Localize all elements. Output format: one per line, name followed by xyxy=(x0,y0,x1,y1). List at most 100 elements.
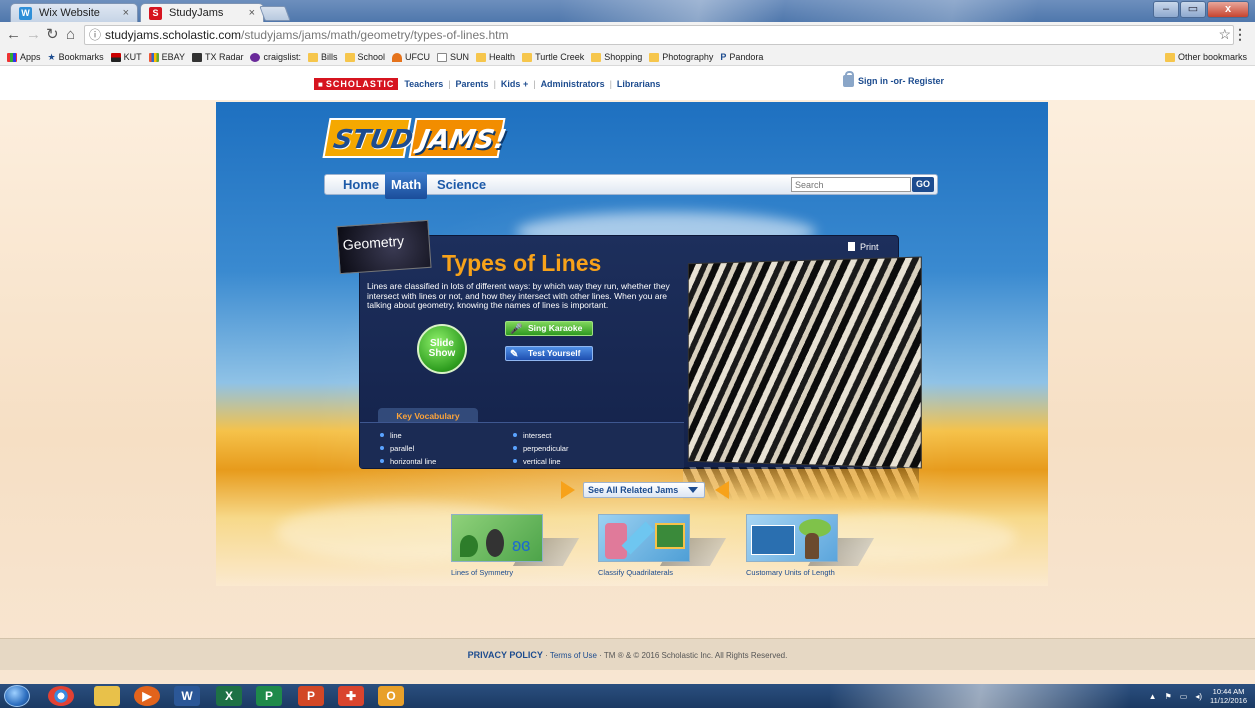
vocab-item-horizontal-line[interactable]: horizontal line xyxy=(380,457,436,466)
next-arrow-icon[interactable] xyxy=(561,481,575,499)
url-field[interactable]: ⓘ studyjams.scholastic.com/studyjams/jam… xyxy=(84,25,1234,45)
link-parents[interactable]: Parents xyxy=(456,79,489,89)
bookmark-other[interactable]: Other bookmarks xyxy=(1165,49,1247,65)
related-jam-lines-of-symmetry[interactable]: ʚɞ Lines of Symmetry xyxy=(451,514,571,577)
game-icon[interactable]: ✚ xyxy=(338,686,364,706)
clock-date: 11/12/2016 xyxy=(1210,696,1247,705)
pandora-icon: P xyxy=(720,52,726,62)
bookmark-star-icon[interactable]: ☆ xyxy=(1218,26,1231,43)
vocab-item-parallel[interactable]: parallel xyxy=(380,444,414,453)
link-kids[interactable]: Kids + xyxy=(501,79,528,89)
link-teachers[interactable]: Teachers xyxy=(404,79,443,89)
geometry-category-tile[interactable]: Geometry xyxy=(336,220,431,274)
excel-icon[interactable]: X xyxy=(216,686,242,706)
clock[interactable]: 10:44 AM 11/12/2016 xyxy=(1210,687,1247,705)
bookmark-bills[interactable]: Bills xyxy=(308,52,338,62)
info-icon[interactable]: ⓘ xyxy=(89,26,101,44)
bookmark-ufcu[interactable]: UFCU xyxy=(392,52,430,62)
sing-karaoke-button[interactable]: 🎤 Sing Karaoke xyxy=(505,321,593,336)
signin-link[interactable]: Sign in -or- Register xyxy=(843,75,944,87)
related-jam-label: Customary Units of Length xyxy=(746,568,866,577)
vocab-item-perpendicular[interactable]: perpendicular xyxy=(513,444,568,453)
bookmark-kut[interactable]: KUT xyxy=(111,52,142,62)
close-window-button[interactable]: x xyxy=(1207,1,1249,18)
word-icon[interactable]: W xyxy=(174,686,200,706)
bookmark-school[interactable]: School xyxy=(345,52,386,62)
back-arrow-icon[interactable]: ← xyxy=(6,26,21,44)
bookmark-bookmarks[interactable]: ★ Bookmarks xyxy=(48,52,104,63)
bookmark-tx-radar[interactable]: TX Radar xyxy=(192,52,244,62)
nav-home[interactable]: Home xyxy=(339,175,383,196)
bookmark-label: EBAY xyxy=(162,52,185,62)
close-tab-icon[interactable]: × xyxy=(123,4,129,23)
scholastic-logo[interactable]: ■ SCHOLASTIC xyxy=(314,78,398,90)
network-icon[interactable]: ▭ xyxy=(1180,692,1188,701)
tab-studyjams[interactable]: S StudyJams × xyxy=(140,3,264,22)
bookmark-craigslist[interactable]: craigslist: xyxy=(250,52,301,62)
flag-icon[interactable]: ⚑ xyxy=(1165,692,1172,701)
bookmark-label: Health xyxy=(489,52,515,62)
tray-expand-icon[interactable]: ▲ xyxy=(1149,692,1157,701)
privacy-policy-link[interactable]: PRIVACY POLICY xyxy=(468,650,543,660)
onenote-icon[interactable]: O xyxy=(378,686,404,706)
media-player-icon[interactable]: ▶ xyxy=(134,686,160,706)
home-icon[interactable]: ⌂ xyxy=(66,26,75,44)
browser-tab-bar: W Wix Website Editor × S StudyJams × – ▭… xyxy=(0,0,1255,22)
link-administrators[interactable]: Administrators xyxy=(541,79,605,89)
forward-arrow-icon[interactable]: → xyxy=(26,26,41,44)
menu-icon[interactable]: ⋮ xyxy=(1233,26,1247,43)
print-link[interactable]: Print xyxy=(848,242,879,252)
bookmark-ebay[interactable]: EBAY xyxy=(149,52,185,62)
tab-wix-website-editor[interactable]: W Wix Website Editor × xyxy=(10,3,138,22)
link-librarians[interactable]: Librarians xyxy=(617,79,661,89)
see-all-related-jams-button[interactable]: See All Related Jams xyxy=(583,482,705,498)
powerpoint-icon[interactable]: P xyxy=(298,686,324,706)
search-input[interactable] xyxy=(791,177,911,192)
nav-math[interactable]: Math xyxy=(385,172,427,199)
tab-bar-decoration xyxy=(560,0,1120,22)
bookmark-pandora[interactable]: P Pandora xyxy=(720,52,763,62)
bookmark-apps[interactable]: Apps xyxy=(7,52,41,62)
chart-card-icon xyxy=(751,525,795,555)
leaf-icon xyxy=(460,535,478,557)
vocab-item-line[interactable]: line xyxy=(380,431,402,440)
minimize-button[interactable]: – xyxy=(1153,1,1179,18)
apps-icon xyxy=(7,53,17,62)
publisher-icon[interactable]: P xyxy=(256,686,282,706)
terms-of-use-link[interactable]: Terms of Use xyxy=(550,651,597,660)
signin-label: Sign in -or- Register xyxy=(858,76,944,86)
bookmark-shopping[interactable]: Shopping xyxy=(591,52,642,62)
bookmark-health[interactable]: Health xyxy=(476,52,515,62)
close-tab-icon[interactable]: × xyxy=(249,4,255,23)
bookmark-label: craigslist: xyxy=(263,52,301,62)
maximize-button[interactable]: ▭ xyxy=(1180,1,1206,18)
bookmark-turtle-creek[interactable]: Turtle Creek xyxy=(522,52,584,62)
clock-time: 10:44 AM xyxy=(1210,687,1247,696)
logo-jams: JAMS! xyxy=(408,118,505,158)
start-button[interactable] xyxy=(4,685,30,707)
test-yourself-button[interactable]: ✎ Test Yourself xyxy=(505,346,593,361)
studyjams-logo[interactable]: STUDY JAMS! xyxy=(322,118,505,158)
go-button[interactable]: GO xyxy=(912,177,934,192)
file-explorer-icon[interactable] xyxy=(94,686,120,706)
slideshow-button[interactable]: Slide Show xyxy=(417,324,467,374)
bookmark-sun[interactable]: SUN xyxy=(437,52,469,62)
butterfly-icon: ʚɞ xyxy=(512,535,530,556)
nav-science[interactable]: Science xyxy=(433,175,490,196)
volume-icon[interactable]: ◂) xyxy=(1195,692,1202,701)
scholastic-icon: S xyxy=(149,7,162,20)
vocab-item-vertical-line[interactable]: vertical line xyxy=(513,457,561,466)
reload-icon[interactable]: ↻ xyxy=(46,26,59,44)
vocab-item-intersect[interactable]: intersect xyxy=(513,431,551,440)
new-tab-button[interactable] xyxy=(259,6,290,21)
related-jam-customary-units-of-length[interactable]: Customary Units of Length xyxy=(746,514,866,577)
prev-arrow-icon[interactable] xyxy=(715,481,729,499)
chrome-icon[interactable] xyxy=(48,686,74,706)
kut-icon xyxy=(111,53,121,62)
bookmark-label: UFCU xyxy=(405,52,430,62)
scholastic-top-bar: ■ SCHOLASTIC Teachers | Parents | Kids + | A… xyxy=(0,66,1255,100)
link-kids-label: Kids xyxy=(501,79,521,89)
bookmark-photography[interactable]: Photography xyxy=(649,52,713,62)
peace-icon xyxy=(250,53,260,62)
related-jam-classify-quadrilaterals[interactable]: Classify Quadrilaterals xyxy=(598,514,718,577)
